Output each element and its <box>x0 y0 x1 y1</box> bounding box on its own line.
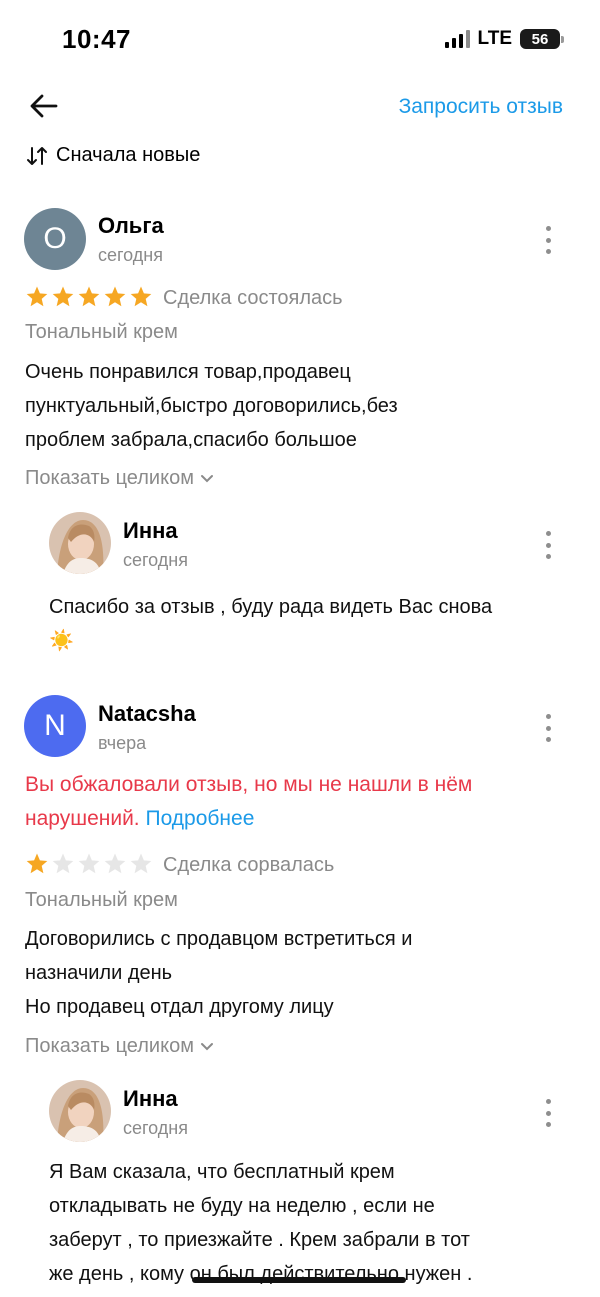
review-text-line: Договорились с продавцом встретиться и <box>25 928 413 950</box>
reply-author[interactable]: Инна <box>123 1086 178 1112</box>
review-text-line: пунктуальный,быстро договорились,без <box>25 395 398 417</box>
review-text-line: Но продавец отдал другому лицу <box>25 996 334 1018</box>
request-review-button[interactable]: Запросить отзыв <box>399 95 563 119</box>
review-author[interactable]: Natacsha <box>98 701 196 727</box>
review-text-line: назначили день <box>25 962 173 984</box>
status-icons: LTE 56 <box>444 28 564 50</box>
review-text: Договорились с продавцом встретиться и н… <box>25 922 565 1024</box>
rating-stars <box>25 285 153 309</box>
chevron-down-icon <box>200 474 213 482</box>
reply-text: Спасибо за отзыв , буду рада видеть Вас … <box>49 590 579 658</box>
battery-icon: 56 <box>520 29 564 49</box>
star-empty-icon <box>78 853 100 874</box>
reply-text-line: Я Вам сказала, что бесплатный крем <box>49 1161 395 1183</box>
star-filled-icon <box>78 286 100 307</box>
more-options-icon[interactable] <box>543 531 553 559</box>
seller-avatar[interactable] <box>49 1080 111 1142</box>
reply-text-line: откладывать не буду на неделю , если не <box>49 1195 435 1217</box>
home-indicator[interactable] <box>192 1277 406 1283</box>
reply-date: сегодня <box>123 1118 188 1138</box>
reply-author[interactable]: Инна <box>123 518 178 544</box>
show-all-label: Показать целиком <box>25 467 194 489</box>
reply-date: сегодня <box>123 550 188 570</box>
sun-emoji: ☀️ <box>49 630 74 652</box>
reply-text-line: заберут , то приезжайте . Крем забрали в… <box>49 1229 470 1251</box>
review-date: сегодня <box>98 245 163 265</box>
star-filled-icon <box>26 853 48 874</box>
sort-label: Сначала новые <box>56 144 201 166</box>
show-all-button[interactable]: Показать целиком <box>25 467 214 490</box>
star-filled-icon <box>130 286 152 307</box>
rating-stars <box>25 852 153 876</box>
show-all-label: Показать целиком <box>25 1035 194 1057</box>
review-text-line: проблем забрала,спасибо большое <box>25 429 357 451</box>
deal-status: Сделка сорвалась <box>163 854 335 876</box>
sort-button[interactable]: Сначала новые <box>26 144 200 167</box>
deal-status: Сделка состоялась <box>163 287 343 309</box>
star-empty-icon <box>130 853 152 874</box>
reply-text: Я Вам сказала, что бесплатный крем откла… <box>49 1155 579 1291</box>
learn-more-link[interactable]: Подробнее <box>145 807 254 830</box>
review-text-line: Очень понравился товар,продавец <box>25 361 351 383</box>
review-date: вчера <box>98 733 147 753</box>
network-type: LTE <box>477 28 512 49</box>
reply-text-line: же день , кому он был действительно нуже… <box>49 1263 473 1285</box>
seller-photo <box>49 1080 111 1142</box>
avatar-letter: N <box>44 709 66 742</box>
star-filled-icon <box>52 286 74 307</box>
seller-photo <box>49 512 111 574</box>
sort-arrows-icon <box>27 146 47 165</box>
star-filled-icon <box>104 286 126 307</box>
more-options-icon[interactable] <box>543 1099 553 1127</box>
appeal-warning: Вы обжаловали отзыв, но мы не нашли в нё… <box>25 768 545 836</box>
show-all-button[interactable]: Показать целиком <box>25 1035 214 1058</box>
avatar-letter: О <box>43 222 67 255</box>
review-text: Очень понравился товар,продавец пунктуал… <box>25 355 565 457</box>
seller-avatar[interactable] <box>49 512 111 574</box>
more-options-icon[interactable] <box>543 714 553 742</box>
star-empty-icon <box>52 853 74 874</box>
star-empty-icon <box>104 853 126 874</box>
more-options-icon[interactable] <box>543 226 553 254</box>
battery-level: 56 <box>531 30 549 48</box>
review-avatar[interactable]: О <box>24 208 86 270</box>
status-time: 10:47 <box>62 24 131 54</box>
chevron-down-icon <box>200 1042 213 1050</box>
star-filled-icon <box>26 286 48 307</box>
reply-text-line: Спасибо за отзыв , буду рада видеть Вас … <box>49 596 493 618</box>
review-avatar[interactable]: N <box>24 695 86 757</box>
product-name: Тональный крем <box>25 889 178 911</box>
review-author[interactable]: Ольга <box>98 213 164 239</box>
back-arrow-icon[interactable] <box>28 90 60 122</box>
signal-icon <box>444 30 470 48</box>
product-name: Тональный крем <box>25 321 178 343</box>
